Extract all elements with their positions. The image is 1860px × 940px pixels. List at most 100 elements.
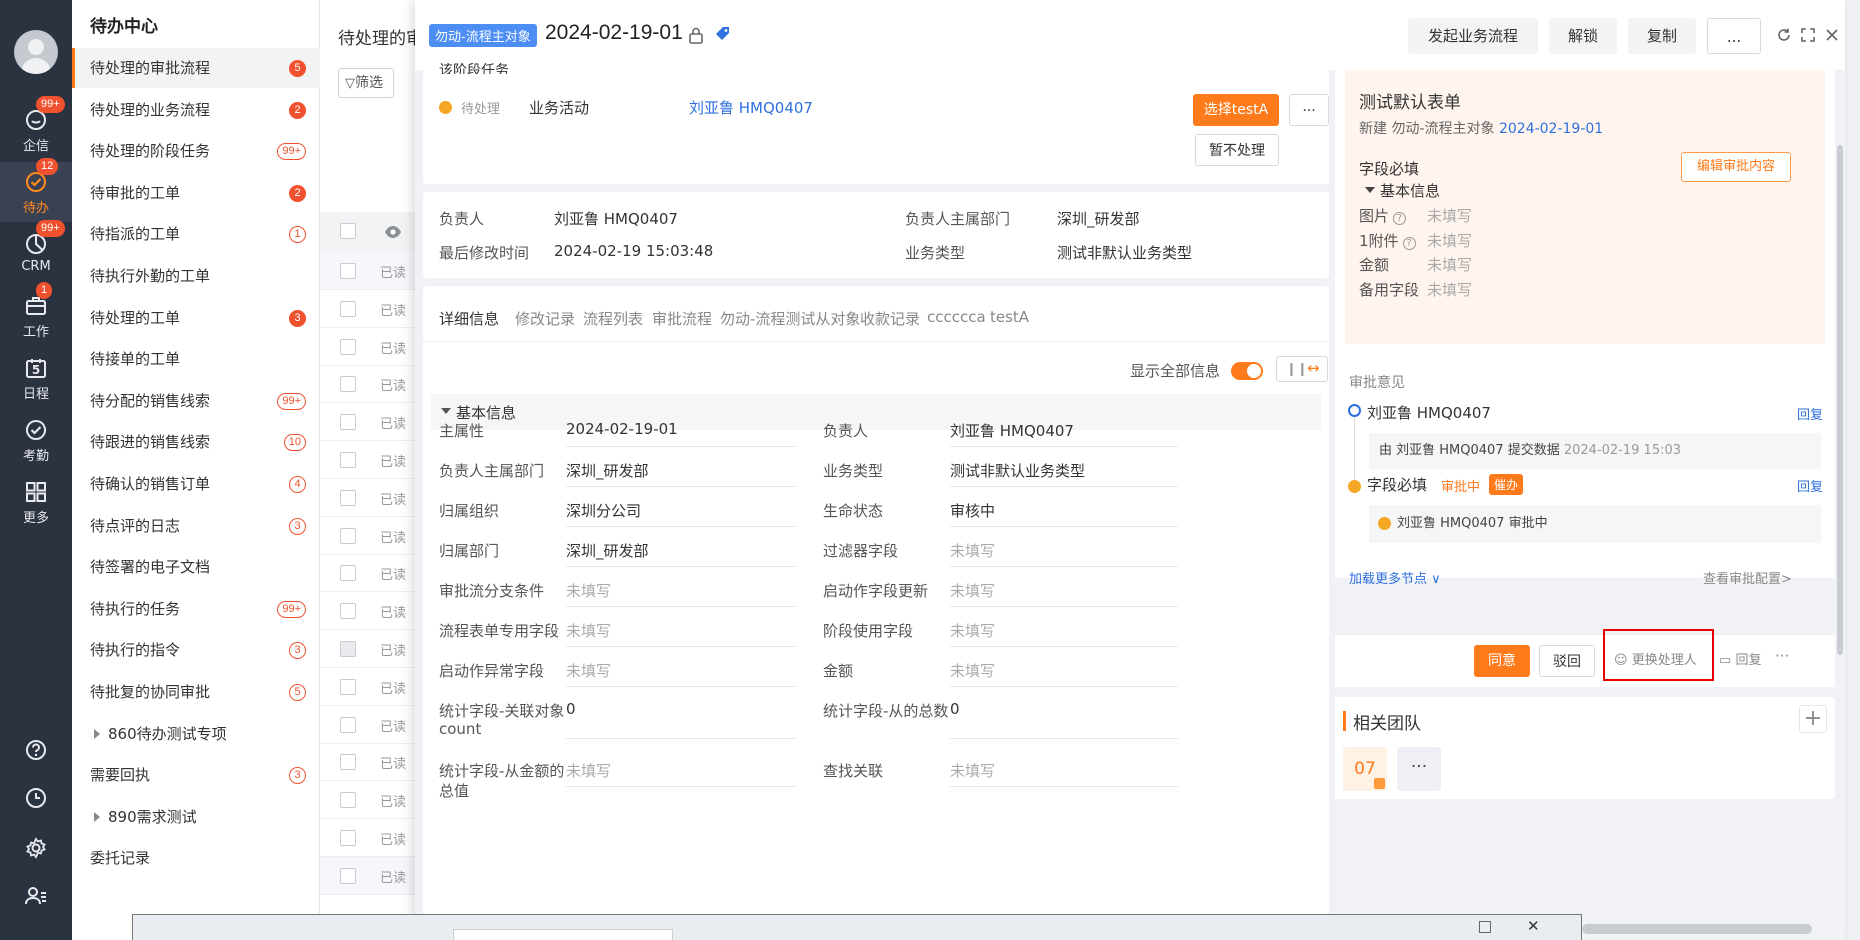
row-checkbox[interactable] (340, 792, 356, 809)
overlay-tab[interactable] (453, 929, 673, 940)
sidebar-item-6[interactable]: 待处理的工单 3 (72, 298, 320, 338)
more-button[interactable]: ... (1707, 18, 1761, 54)
row-checkbox[interactable] (340, 452, 356, 468)
list-row[interactable]: 已读 (320, 441, 420, 479)
row-checkbox[interactable] (340, 830, 356, 846)
nav-item-6[interactable]: 更多 (0, 472, 72, 532)
layout-switch[interactable]: ❙❙ ↔ (1276, 356, 1328, 382)
row-checkbox[interactable] (340, 300, 356, 317)
settings-icon[interactable] (22, 834, 50, 862)
list-row[interactable]: 已读 (320, 517, 420, 555)
tab-7[interactable]: testA (990, 308, 1029, 326)
actions-more-button[interactable]: ··· (1775, 647, 1789, 665)
list-row[interactable]: 已读 (320, 668, 420, 706)
view-approval-config-link[interactable]: 查看审批配置> (1703, 568, 1792, 587)
reject-button[interactable]: 驳回 (1539, 645, 1595, 677)
urge-button[interactable]: 催办 (1489, 474, 1524, 495)
sidebar-item-7[interactable]: 待接单的工单 (72, 339, 320, 379)
nav-item-0[interactable]: 企信 99+ (0, 96, 72, 160)
row-checkbox[interactable] (340, 414, 356, 431)
help-icon[interactable] (22, 736, 50, 764)
nav-item-5[interactable]: 考勤 (0, 410, 72, 470)
sidebar-item-8[interactable]: 待分配的销售线索 99+ (72, 381, 320, 421)
sidebar-item-15[interactable]: 待批复的协同审批 5 (72, 672, 320, 712)
fullscreen-icon[interactable] (1800, 27, 1816, 43)
sidebar-item-11[interactable]: 待点评的日志 3 (72, 506, 320, 546)
list-row[interactable]: 已读 (320, 592, 420, 631)
user-list-icon[interactable] (22, 882, 50, 910)
sidebar-item-19[interactable]: 委托记录 (72, 838, 320, 878)
list-row[interactable]: 已读 (320, 290, 420, 328)
list-row[interactable]: 已读 (320, 856, 420, 895)
list-row[interactable]: 已读 (320, 328, 420, 366)
row-checkbox[interactable] (340, 867, 356, 884)
list-row[interactable]: 已读 (320, 479, 420, 517)
copy-button[interactable]: 复制 (1628, 18, 1696, 54)
list-row[interactable]: 已读 (320, 554, 420, 593)
column-layout-icon[interactable]: ❙❙ (1286, 362, 1308, 377)
tab-4[interactable]: 勿动-流程测试从对象 (720, 308, 860, 329)
list-row[interactable]: 已读 (320, 630, 420, 668)
panel-scrollbar[interactable] (1835, 70, 1845, 940)
sidebar-item-17[interactable]: 需要回执 3 (72, 755, 320, 795)
row-checkbox[interactable] (340, 338, 356, 355)
list-row[interactable]: 已读 (320, 252, 420, 290)
list-row[interactable]: 已读 (320, 781, 420, 820)
sidebar-item-14[interactable]: 待执行的指令 3 (72, 630, 320, 670)
change-handler-button[interactable]: ☺ 更换处理人 (1614, 649, 1697, 668)
team-member-avatar[interactable]: 07 (1343, 747, 1387, 791)
sidebar-item-1[interactable]: 待处理的业务流程 2 (72, 90, 320, 130)
list-row[interactable]: 已读 (320, 743, 420, 782)
list-row[interactable]: 已读 (320, 365, 420, 404)
list-row[interactable]: 已读 (320, 819, 420, 857)
row-checkbox[interactable] (340, 716, 356, 733)
row-checkbox[interactable] (340, 489, 356, 506)
agree-button[interactable]: 同意 (1474, 645, 1530, 677)
close-icon[interactable] (1824, 27, 1840, 43)
tab-0[interactable]: 详细信息 (439, 308, 499, 329)
sidebar-item-9[interactable]: 待跟进的销售线索 10 (72, 422, 320, 462)
tab-3[interactable]: 审批流程 (652, 308, 712, 329)
nav-item-3[interactable]: 工作 1 (0, 282, 72, 346)
sidebar-item-4[interactable]: 待指派的工单 1 (72, 214, 320, 254)
sidebar-item-3[interactable]: 待审批的工单 2 (72, 173, 320, 213)
node-1-reply-link[interactable]: 回复 (1797, 404, 1823, 423)
row-checkbox[interactable] (340, 678, 356, 695)
row-checkbox[interactable] (340, 603, 356, 620)
basic-info-section-header[interactable]: 基本信息 (431, 394, 1321, 430)
skip-button[interactable]: 暂不处理 (1195, 134, 1279, 166)
unlock-button[interactable]: 解锁 (1549, 18, 1617, 54)
overlay-maximize-icon[interactable] (1479, 921, 1491, 933)
scrollbar-thumb[interactable] (1837, 145, 1843, 655)
nav-item-4[interactable]: 5 日程 (0, 348, 72, 408)
horizontal-scrollbar[interactable] (1582, 924, 1812, 934)
row-checkbox[interactable] (340, 641, 356, 657)
node-2-reply-link[interactable]: 回复 (1797, 476, 1823, 495)
clock-icon[interactable] (22, 784, 50, 812)
expand-width-icon[interactable]: ↔ (1307, 359, 1320, 377)
row-checkbox[interactable] (340, 376, 356, 393)
load-more-nodes-link[interactable]: 加载更多节点 ∨ (1349, 568, 1441, 587)
filter-button[interactable]: ▽筛选 (338, 68, 394, 98)
sidebar-item-12[interactable]: 待签署的电子文档 (72, 547, 320, 587)
stage-person-link[interactable]: 刘亚鲁 HMQ0407 (689, 97, 813, 118)
lock-icon[interactable] (688, 26, 704, 44)
sidebar-item-0[interactable]: 待处理的审批流程 5 (72, 48, 320, 88)
nav-item-2[interactable]: CRM 99+ (0, 220, 72, 284)
list-row[interactable]: 已读 (320, 706, 420, 744)
select-testa-button[interactable]: 选择testA (1193, 94, 1279, 126)
nav-item-1[interactable]: 待办 12 (0, 158, 72, 222)
sidebar-item-18[interactable]: 890需求测试 (72, 797, 320, 837)
sidebar-item-2[interactable]: 待处理的阶段任务 99+ (72, 131, 320, 171)
row-checkbox[interactable] (340, 263, 356, 279)
user-avatar[interactable] (14, 30, 58, 74)
tab-6[interactable]: cccccca (927, 308, 986, 326)
tag-blue-icon[interactable] (714, 25, 732, 43)
sidebar-item-5[interactable]: 待执行外勤的工单 (72, 256, 320, 296)
show-all-toggle[interactable] (1231, 362, 1263, 380)
overlay-close-icon[interactable]: ✕ (1527, 917, 1540, 935)
team-more-button[interactable]: ··· (1397, 747, 1441, 791)
sidebar-item-10[interactable]: 待确认的销售订单 4 (72, 464, 320, 504)
select-all-checkbox[interactable] (340, 223, 356, 239)
edit-approval-content-button[interactable]: 编辑审批内容 (1681, 152, 1791, 182)
